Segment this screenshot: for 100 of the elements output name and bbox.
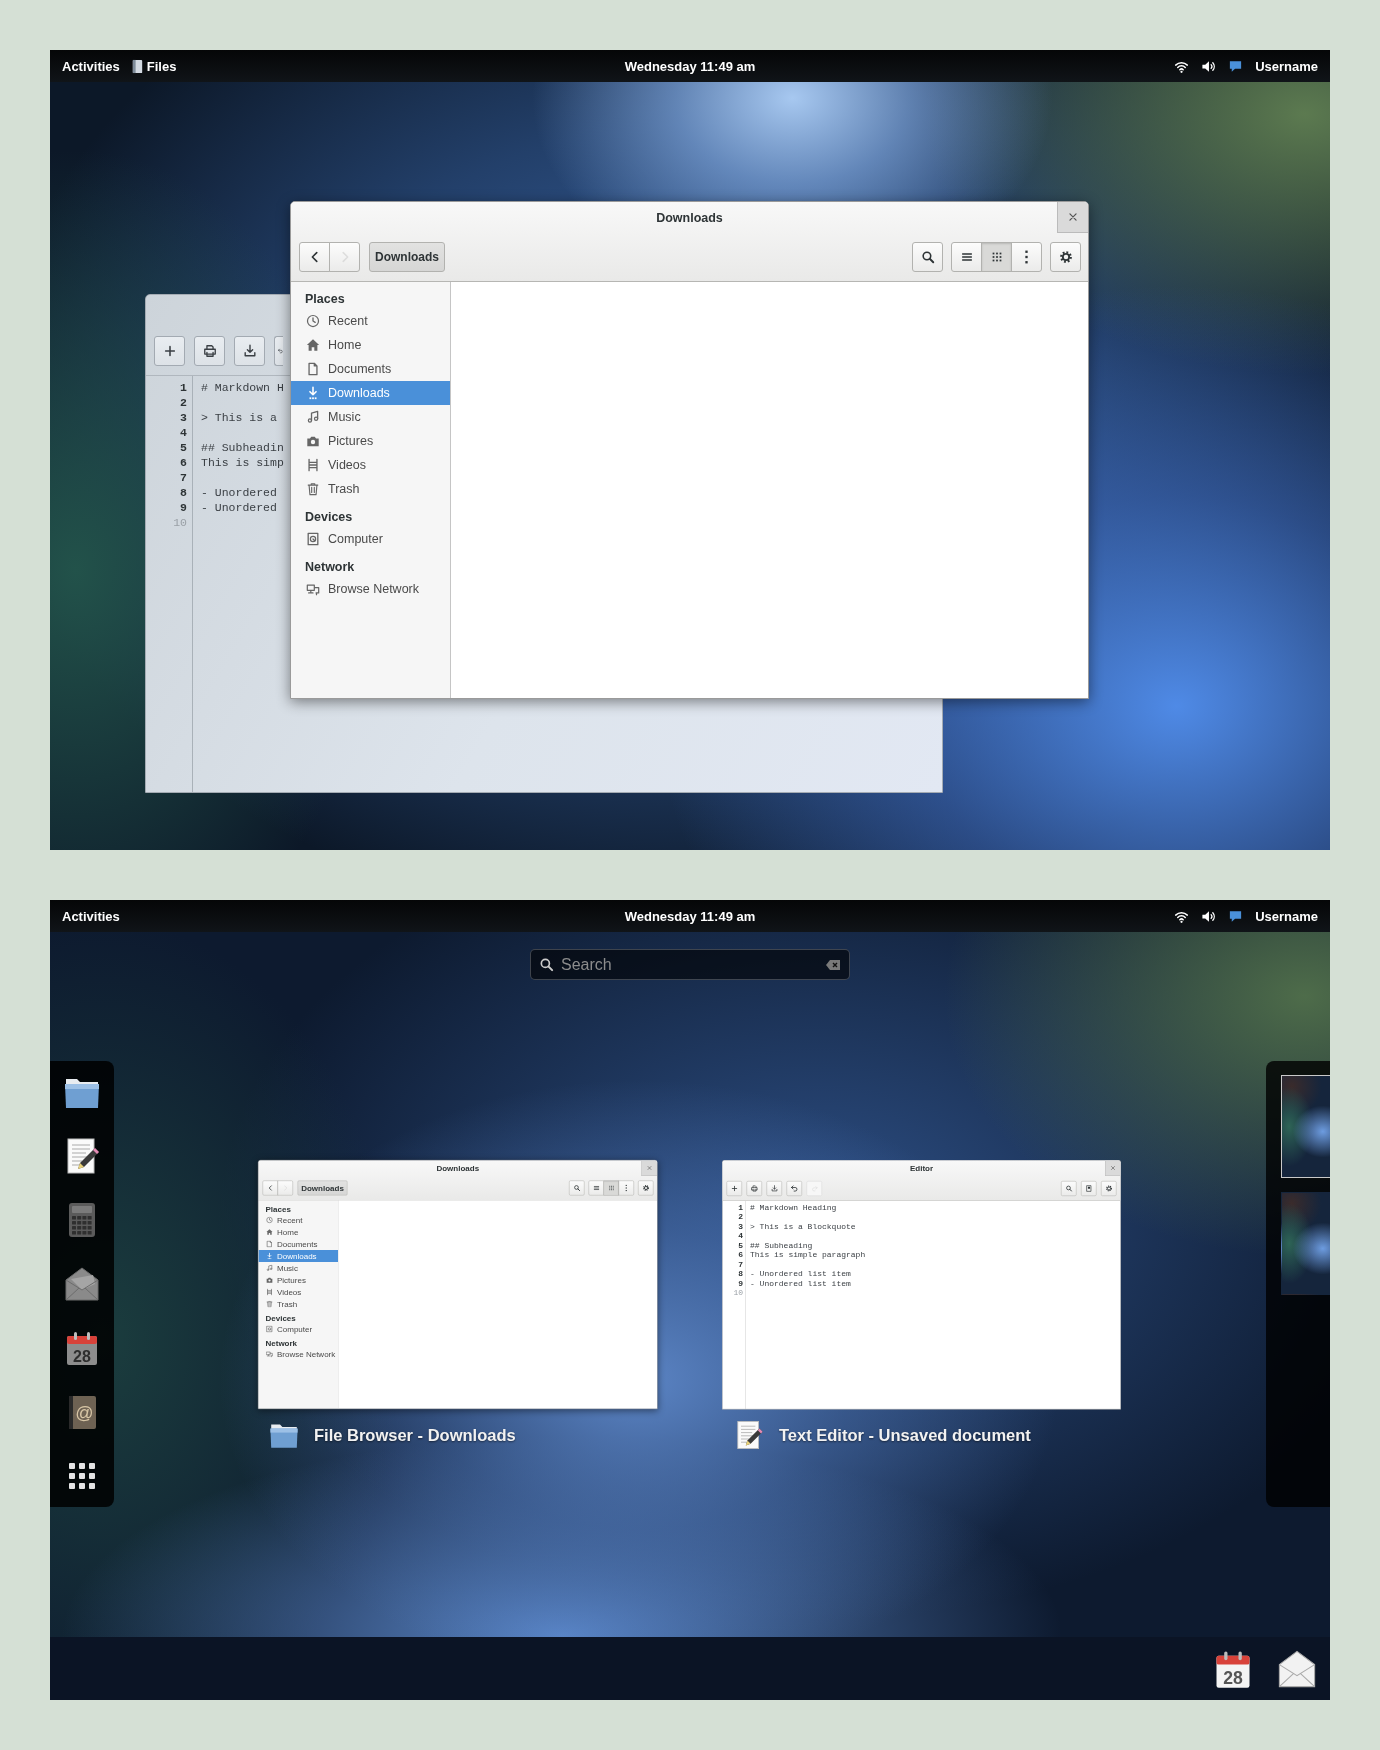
window-title: Downloads <box>436 1163 480 1173</box>
sidebar-item: Trash <box>258 1298 338 1310</box>
printer-button[interactable] <box>194 336 225 366</box>
trash-icon <box>306 482 320 496</box>
sidebar-heading: Network <box>304 559 356 576</box>
line-number: 6 <box>737 1250 744 1260</box>
window-title: Editor <box>909 1164 934 1173</box>
line-number: 1 <box>179 380 188 395</box>
window-thumbnail[interactable]: Downloads Downloads Places Recent Home Documents Downloads Music Pictures Videos Trash Devices Computer Network Browse Network <box>258 1160 658 1409</box>
window-title: Downloads <box>656 210 723 225</box>
workspace-thumbnail[interactable] <box>1281 1075 1330 1178</box>
sidebar-item[interactable]: Documents <box>291 357 450 381</box>
code-line: > This is a <box>201 410 277 425</box>
sidebar-item[interactable]: Browse Network <box>291 577 450 601</box>
camera-icon <box>266 1276 273 1284</box>
search-button[interactable] <box>912 242 943 272</box>
sidebar-item: Recent <box>258 1214 338 1226</box>
sidebar-heading: Places <box>264 1204 292 1214</box>
line-number: 5 <box>179 440 188 455</box>
clock-icon <box>306 314 320 328</box>
user-menu[interactable]: Username <box>1255 908 1318 924</box>
line-number: 1 <box>737 1203 744 1213</box>
user-menu[interactable]: Username <box>1255 58 1318 74</box>
sidebar-item: Videos <box>258 1286 338 1298</box>
line-number: 3 <box>737 1222 744 1232</box>
printer-icon <box>202 344 217 358</box>
line-number: 7 <box>737 1260 744 1270</box>
window-thumbnail[interactable]: Editor 1 2 3 4 5 6 7 8 9 10 # Markdown Heading > This is a Blockquote ## Subheading This is simple paragraph - Unordered list item - Unordered list item <box>722 1160 1121 1410</box>
code-line: # Markdown H <box>201 380 284 395</box>
sidebar-item: Music <box>258 1262 338 1274</box>
download-icon <box>306 386 320 400</box>
sidebar-item[interactable]: Home <box>291 333 450 357</box>
drive-icon <box>306 532 320 546</box>
home-icon <box>306 338 320 352</box>
window-caption: Text Editor - Unsaved document <box>779 1425 1031 1445</box>
path-button: Downloads <box>297 1180 348 1196</box>
line-number: 10 <box>172 515 188 530</box>
settings-button[interactable] <box>1050 242 1081 272</box>
line-number: 4 <box>737 1231 744 1241</box>
download-tray-button[interactable] <box>234 336 265 366</box>
line-number: 3 <box>179 410 188 425</box>
line-number: 2 <box>737 1212 744 1222</box>
code-line: - Unordered list item <box>750 1269 851 1279</box>
path-button[interactable]: Downloads <box>369 242 445 272</box>
activities-button[interactable]: Activities <box>62 58 120 74</box>
sidebar-item: Computer <box>258 1323 338 1335</box>
home-icon <box>266 1228 273 1236</box>
code-line: - Unordered <box>201 485 277 500</box>
film-icon <box>306 458 320 472</box>
sidebar-item[interactable]: Pictures <box>291 429 450 453</box>
line-number: 8 <box>737 1269 744 1279</box>
line-number: 5 <box>737 1241 744 1251</box>
sidebar-item: Browse Network <box>258 1348 338 1360</box>
line-number: 4 <box>179 425 188 440</box>
chat-icon <box>1228 908 1244 924</box>
list-icon <box>959 250 974 264</box>
sidebar-heading: Devices <box>264 1313 297 1323</box>
sidebar-item[interactable]: Music <box>291 405 450 429</box>
sidebar-item[interactable]: Recent <box>291 309 450 333</box>
plus-button[interactable] <box>154 336 185 366</box>
sidebar-heading: Network <box>264 1338 299 1348</box>
activities-button[interactable]: Activities <box>62 908 120 924</box>
music-note-icon <box>306 410 320 424</box>
code-line: ## Subheadin <box>201 440 284 455</box>
search-field[interactable]: Search <box>530 949 850 980</box>
line-number: 7 <box>179 470 188 485</box>
back-button[interactable] <box>299 242 330 272</box>
code-line: This is simple paragraph <box>750 1250 866 1260</box>
workspace-thumbnail[interactable] <box>1281 1192 1330 1295</box>
window-caption: File Browser - Downloads <box>314 1425 516 1445</box>
vertical-dots-icon <box>625 1184 628 1192</box>
sidebar-item[interactable]: Trash <box>291 477 450 501</box>
line-number: 10 <box>732 1288 744 1298</box>
line-number: 8 <box>179 485 188 500</box>
code-line: This is simp <box>201 455 284 470</box>
camera-icon <box>306 434 320 448</box>
grid-icon <box>607 1184 615 1192</box>
line-number: 9 <box>179 500 188 515</box>
sidebar-heading: Places <box>304 291 346 308</box>
vertical-dots-icon <box>1024 250 1029 264</box>
code-line: - Unordered list item <box>750 1279 851 1289</box>
sidebar-item[interactable]: Videos <box>291 453 450 477</box>
plus-icon <box>162 344 177 358</box>
list-view-button[interactable] <box>951 242 982 272</box>
sidebar-item: Pictures <box>258 1274 338 1286</box>
gear-icon <box>1058 250 1073 264</box>
code-line: > This is a Blockquote <box>750 1222 856 1232</box>
network-icon <box>306 582 320 596</box>
clock[interactable]: Wednesday 11:49 am <box>624 908 756 924</box>
sidebar-item[interactable]: Computer <box>291 527 450 551</box>
download-tray-icon <box>242 344 257 358</box>
sidebar-item: Home <box>258 1226 338 1238</box>
document-icon <box>306 362 320 376</box>
code-line: - Unordered <box>201 500 277 515</box>
page-icon <box>1085 1185 1093 1192</box>
sidebar-item: Documents <box>258 1238 338 1250</box>
search-icon <box>539 957 554 972</box>
app-menu[interactable]: Files <box>129 58 177 74</box>
close-icon <box>1066 210 1080 224</box>
clock[interactable]: Wednesday 11:49 am <box>624 58 756 74</box>
